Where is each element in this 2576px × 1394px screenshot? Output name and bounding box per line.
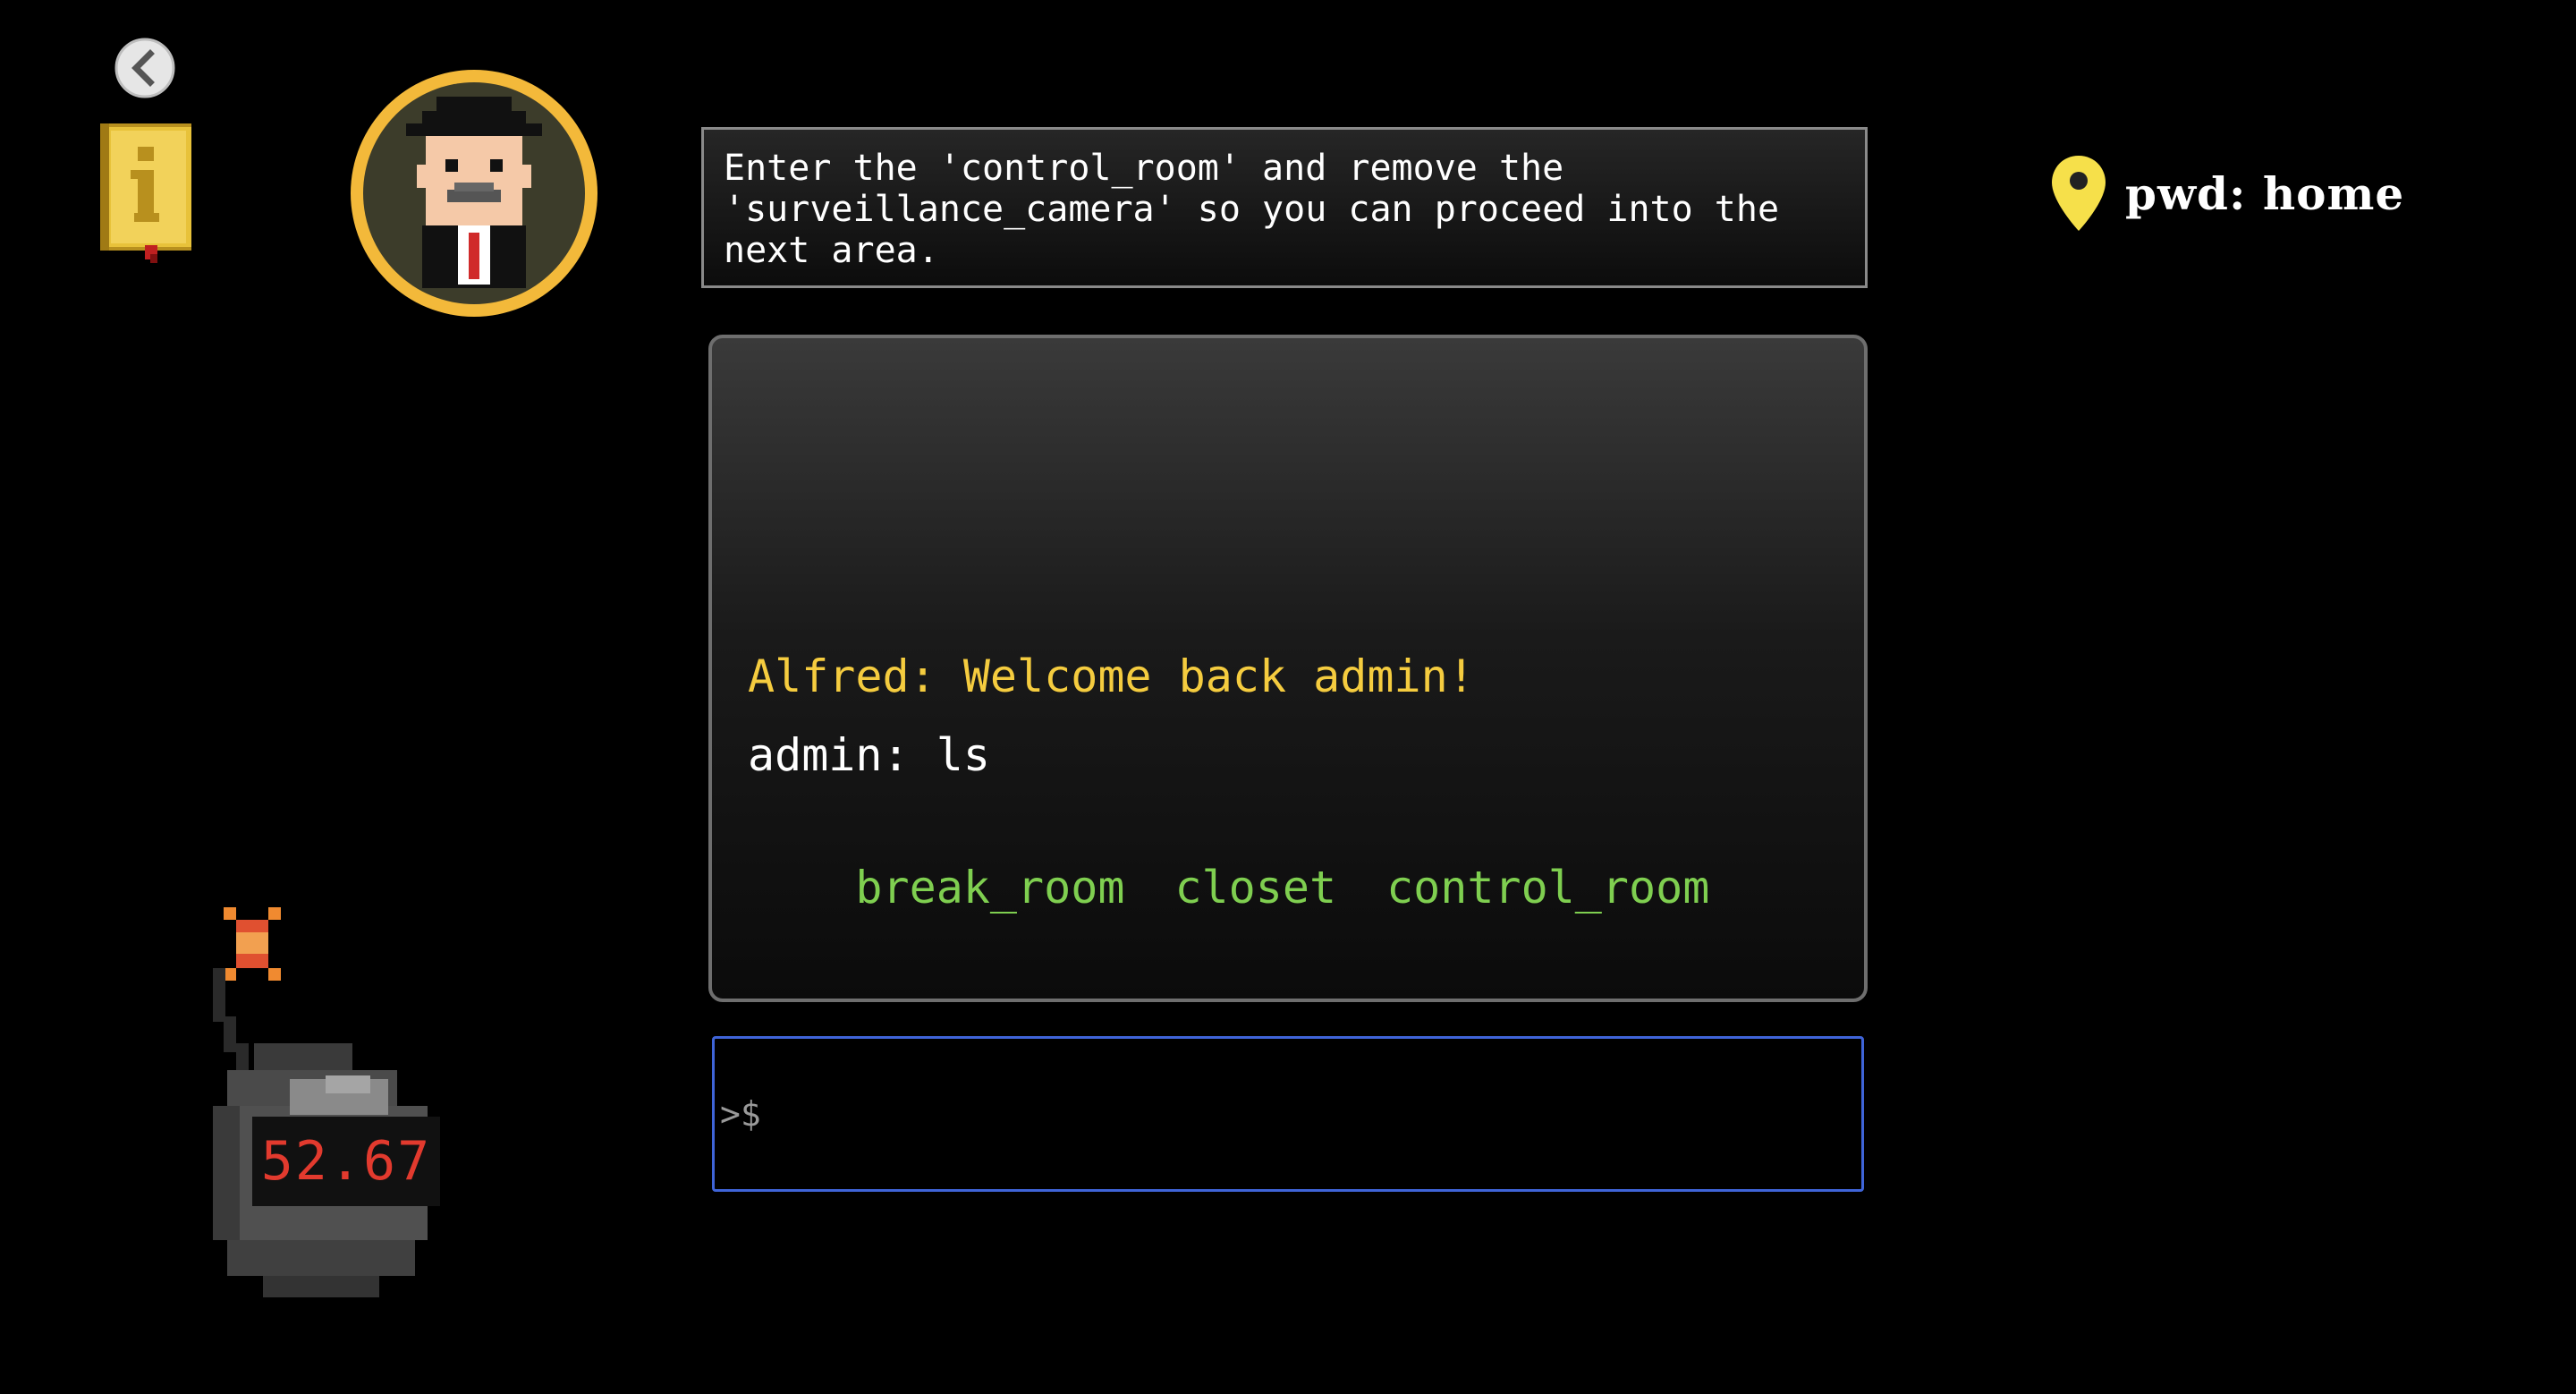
back-button[interactable] (114, 38, 175, 98)
info-book-icon (100, 123, 191, 263)
back-arrow-icon (114, 38, 175, 98)
alfred-avatar (347, 66, 601, 320)
map-pin-icon (2052, 156, 2106, 231)
terminal-output: Alfred: Welcome back admin! admin: ls br… (708, 335, 1868, 1002)
bomb-icon (213, 907, 428, 1297)
command-prompt: >$ (720, 1094, 761, 1134)
mission-objective: Enter the 'control_room' and remove the … (701, 127, 1868, 288)
alfred-butler-avatar (351, 70, 597, 317)
listing-item-control-room: control_room (1386, 862, 1710, 914)
command-input-box[interactable]: >$ (712, 1036, 1864, 1192)
listing-item-break-room: break_room (855, 862, 1125, 914)
command-input[interactable] (760, 1038, 1861, 1190)
pwd-label: pwd: home (2125, 166, 2405, 220)
bomb (191, 900, 487, 1303)
bomb-timer: 52.67 (252, 1117, 440, 1206)
info-book-button[interactable] (95, 120, 197, 263)
listing-item-closet: closet (1174, 862, 1337, 914)
terminal-line-user: admin: ls (748, 729, 990, 781)
terminal-listing: break_room closet control_room (748, 807, 1828, 968)
location-indicator: pwd: home (2046, 152, 2404, 234)
terminal-line-alfred: Alfred: Welcome back admin! (748, 650, 1475, 702)
